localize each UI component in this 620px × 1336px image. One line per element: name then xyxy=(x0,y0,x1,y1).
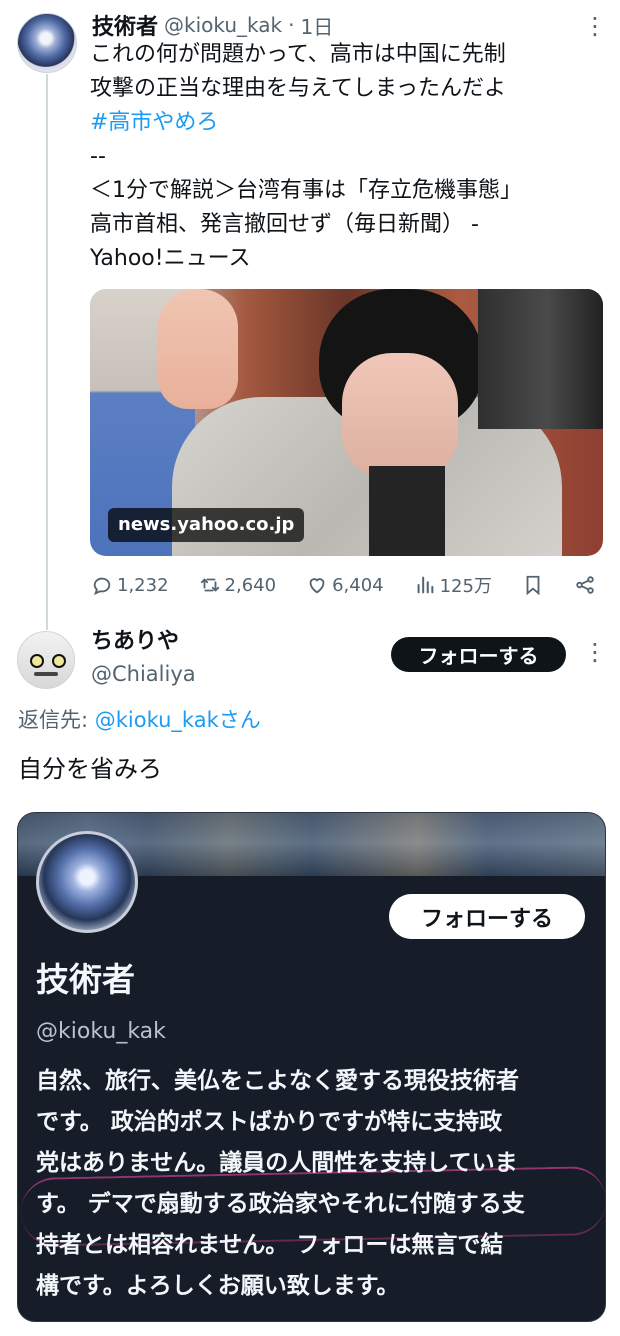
separator-dot: · xyxy=(288,13,295,37)
like-count: 6,404 xyxy=(332,574,384,596)
bio-line: 持者とは相容れません。 フォローは無言で結 xyxy=(36,1232,504,1258)
bookmark-icon xyxy=(526,575,540,596)
speaker-face-shape xyxy=(342,353,458,477)
bio-line: 自然、旅行、美仏をこよなく愛する現役技術者 xyxy=(36,1068,519,1094)
post-line-1: これの何が問題かって、高市は中国に先制 xyxy=(90,42,506,67)
reply-author-handle[interactable]: @Chialiya xyxy=(91,659,196,689)
share-icon xyxy=(576,576,594,594)
bio-line: 構です。よろしくお願い致します。 xyxy=(36,1273,400,1299)
speaker-neck-shape xyxy=(369,466,445,556)
author-avatar[interactable] xyxy=(17,13,77,73)
reply-count: 1,232 xyxy=(117,574,169,596)
profile-name: 技術者 xyxy=(36,960,135,999)
bio-line: 党はありません。議員の人間性を支持していま xyxy=(36,1150,518,1176)
reply-to-label: 返信先: xyxy=(18,708,95,732)
more-vertical-icon[interactable]: ⋮ xyxy=(583,12,607,40)
raised-hand-shape xyxy=(158,289,238,409)
profile-follow-button[interactable]: フォローする xyxy=(389,894,585,939)
views-action[interactable]: 125万 xyxy=(414,572,492,598)
reply-author-name[interactable]: ちありや xyxy=(91,626,179,658)
post-actions: 1,232 2,640 6,404 125万 xyxy=(91,570,596,600)
post-text: これの何が問題かって、高市は中国に先制 攻撃の正当な理由を与えてしまったんだよ … xyxy=(90,38,610,276)
link-domain-badge: news.yahoo.co.jp xyxy=(108,508,305,542)
repost-action[interactable]: 2,640 xyxy=(199,574,277,596)
reply-to-line: 返信先: @kioku_kakさん xyxy=(18,704,261,736)
post-author-name[interactable]: 技術者 xyxy=(92,9,158,41)
like-action[interactable]: 6,404 xyxy=(306,574,384,596)
robot-mouth-shape xyxy=(34,672,58,676)
repost-icon xyxy=(200,578,219,592)
follow-button[interactable]: フォローする xyxy=(391,637,566,672)
profile-card[interactable]: フォローする 技術者 @kioku_kak 自然、旅行、美仏をこよなく愛する現役… xyxy=(17,812,606,1322)
post-line-6: 高市首相、発言撤回せず（毎日新聞） - xyxy=(90,212,479,237)
robot-left-eye-shape xyxy=(30,654,44,668)
heart-icon xyxy=(309,578,325,594)
post-time[interactable]: 1日 xyxy=(300,11,333,40)
post-line-2: 攻撃の正当な理由を与えてしまったんだよ xyxy=(90,76,507,101)
reply-text: 自分を省みろ xyxy=(18,755,162,783)
more-vertical-icon[interactable]: ⋮ xyxy=(583,638,607,666)
analytics-icon xyxy=(417,576,433,594)
post-author-handle[interactable]: @kioku_kak xyxy=(164,13,282,37)
robot-right-eye-shape xyxy=(52,654,66,668)
post-header: 技術者 @kioku_kak · 1日 xyxy=(92,8,333,42)
thread-line xyxy=(46,74,48,630)
background-person-shape xyxy=(478,289,603,429)
reply-icon xyxy=(93,577,111,595)
profile-handle: @kioku_kak xyxy=(36,1019,166,1044)
view-count: 125万 xyxy=(439,576,492,597)
bio-line: す。 デマで扇動する政治家やそれに付随する支 xyxy=(36,1191,525,1217)
post-line-7: Yahoo!ニュース xyxy=(90,246,251,271)
post-separator-text: -- xyxy=(90,144,106,169)
reply-action[interactable]: 1,232 xyxy=(91,574,169,596)
hashtag-link[interactable]: #高市やめろ xyxy=(90,106,610,140)
bookmark-action[interactable] xyxy=(522,574,544,596)
share-action[interactable] xyxy=(574,574,596,596)
profile-card-avatar[interactable] xyxy=(36,831,138,933)
bio-line: です。 政治的ポストばかりですが特に支持政 xyxy=(36,1109,503,1135)
reply-to-handle-link[interactable]: @kioku_kakさん xyxy=(95,708,261,732)
repost-count: 2,640 xyxy=(224,574,277,596)
reply-author-avatar[interactable] xyxy=(17,631,75,689)
profile-bio: 自然、旅行、美仏をこよなく愛する現役技術者 です。 政治的ポストばかりですが特に… xyxy=(36,1061,596,1307)
post-line-5: ＜1分で解説＞台湾有事は「存立危機事態」 xyxy=(90,178,522,203)
